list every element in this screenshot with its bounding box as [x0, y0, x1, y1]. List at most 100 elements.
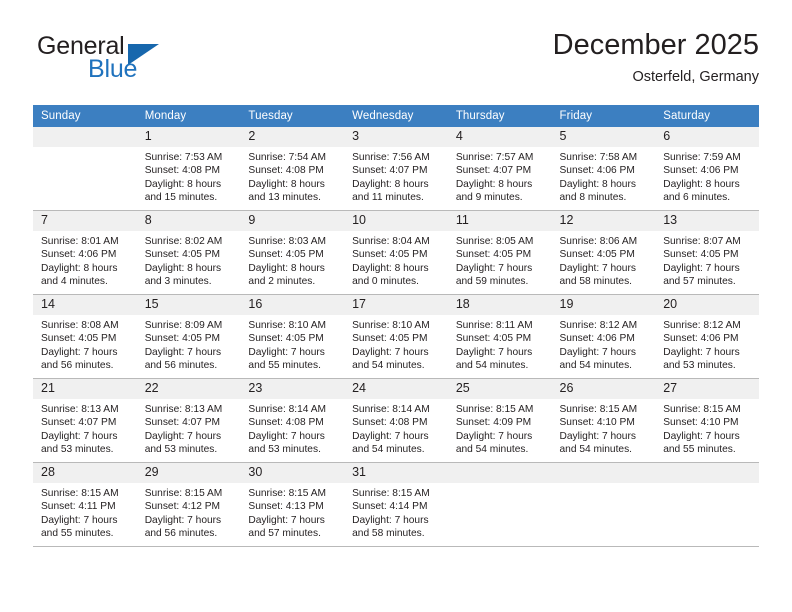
day-cell[interactable]: 1 Sunrise: 7:53 AM Sunset: 4:08 PM Dayli… — [136, 127, 241, 211]
day-cell[interactable]: 5 Sunrise: 7:58 AM Sunset: 4:06 PM Dayli… — [551, 127, 656, 211]
day-cell[interactable]: 27 Sunrise: 8:15 AM Sunset: 4:10 PM Dayl… — [655, 378, 759, 463]
daylight-text-line1: Daylight: 8 hours — [41, 262, 118, 274]
day-cell[interactable]: 23 Sunrise: 8:14 AM Sunset: 4:08 PM Dayl… — [240, 378, 345, 463]
day-cell[interactable]: 2 Sunrise: 7:54 AM Sunset: 4:08 PM Dayli… — [240, 127, 345, 211]
day-number: 22 — [136, 379, 241, 399]
daylight-text-line2: and 55 minutes. — [248, 360, 321, 372]
sunrise-text: Sunrise: 7:57 AM — [455, 152, 534, 163]
day-details: Sunrise: 8:13 AM Sunset: 4:07 PM Dayligh… — [33, 399, 137, 457]
daylight-text-line2: and 54 minutes. — [455, 360, 529, 372]
sunset-text: Sunset: 4:06 PM — [663, 165, 739, 177]
day-details: Sunrise: 8:14 AM Sunset: 4:08 PM Dayligh… — [344, 399, 448, 457]
day-cell[interactable]: 28 Sunrise: 8:15 AM Sunset: 4:11 PM Dayl… — [33, 462, 137, 547]
sunrise-text: Sunrise: 8:14 AM — [248, 404, 326, 415]
daylight-text-line1: Daylight: 7 hours — [144, 514, 222, 526]
day-cell[interactable]: 31 Sunrise: 8:15 AM Sunset: 4:14 PM Dayl… — [344, 462, 448, 547]
daylight-text-line2: and 54 minutes. — [352, 444, 425, 456]
daylight-text-line1: Daylight: 7 hours — [352, 430, 429, 442]
daylight-text-line1: Daylight: 7 hours — [455, 262, 533, 274]
daylight-text-line2: and 59 minutes. — [455, 276, 529, 288]
daylight-text-line1: Daylight: 8 hours — [248, 262, 325, 274]
daylight-text-line1: Daylight: 7 hours — [352, 346, 429, 358]
daylight-text-line1: Daylight: 8 hours — [559, 178, 636, 190]
sunset-text: Sunset: 4:06 PM — [663, 333, 739, 345]
day-cell[interactable]: 7 Sunrise: 8:01 AM Sunset: 4:06 PM Dayli… — [33, 210, 137, 295]
day-cell[interactable]: 16 Sunrise: 8:10 AM Sunset: 4:05 PM Dayl… — [240, 294, 345, 379]
day-details: Sunrise: 7:54 AM Sunset: 4:08 PM Dayligh… — [240, 147, 344, 205]
day-details: Sunrise: 8:14 AM Sunset: 4:08 PM Dayligh… — [240, 399, 344, 457]
sunset-text: Sunset: 4:14 PM — [352, 501, 428, 513]
sunset-text: Sunset: 4:05 PM — [248, 249, 324, 261]
day-number: 24 — [344, 379, 448, 399]
day-cell[interactable]: 8 Sunrise: 8:02 AM Sunset: 4:05 PM Dayli… — [136, 210, 241, 295]
day-cell[interactable]: 15 Sunrise: 8:09 AM Sunset: 4:05 PM Dayl… — [136, 294, 241, 379]
day-cell[interactable]: 6 Sunrise: 7:59 AM Sunset: 4:06 PM Dayli… — [655, 127, 759, 211]
day-details — [33, 147, 137, 151]
day-cell[interactable] — [551, 462, 656, 547]
daylight-text-line1: Daylight: 8 hours — [144, 178, 222, 190]
day-cell[interactable]: 30 Sunrise: 8:15 AM Sunset: 4:13 PM Dayl… — [240, 462, 345, 547]
day-number: 20 — [655, 295, 759, 315]
day-cell[interactable]: 9 Sunrise: 8:03 AM Sunset: 4:05 PM Dayli… — [240, 210, 345, 295]
weekday-header-wednesday: Wednesday — [344, 105, 448, 127]
sunset-text: Sunset: 4:05 PM — [352, 249, 428, 261]
day-cell[interactable]: 14 Sunrise: 8:08 AM Sunset: 4:05 PM Dayl… — [33, 294, 137, 379]
day-cell[interactable]: 19 Sunrise: 8:12 AM Sunset: 4:06 PM Dayl… — [551, 294, 656, 379]
day-number — [551, 463, 656, 483]
sunrise-text: Sunrise: 8:15 AM — [559, 404, 638, 415]
sunrise-text: Sunrise: 8:08 AM — [41, 320, 119, 331]
weekday-header-friday: Friday — [551, 105, 656, 127]
day-number: 18 — [447, 295, 552, 315]
day-cell[interactable]: 11 Sunrise: 8:05 AM Sunset: 4:05 PM Dayl… — [447, 210, 552, 295]
day-number: 21 — [33, 379, 137, 399]
sunset-text: Sunset: 4:05 PM — [559, 249, 635, 261]
logo-general-blue[interactable]: General Blue — [33, 32, 293, 96]
day-cell[interactable]: 3 Sunrise: 7:56 AM Sunset: 4:07 PM Dayli… — [344, 127, 448, 211]
sunrise-text: Sunrise: 8:04 AM — [352, 236, 430, 247]
sunrise-text: Sunrise: 8:15 AM — [352, 488, 430, 499]
day-cell[interactable]: 17 Sunrise: 8:10 AM Sunset: 4:05 PM Dayl… — [344, 294, 448, 379]
day-number: 30 — [240, 463, 345, 483]
day-cell[interactable]: 18 Sunrise: 8:11 AM Sunset: 4:05 PM Dayl… — [447, 294, 552, 379]
sunrise-text: Sunrise: 8:09 AM — [144, 320, 223, 331]
day-cell[interactable]: 13 Sunrise: 8:07 AM Sunset: 4:05 PM Dayl… — [655, 210, 759, 295]
sunset-text: Sunset: 4:08 PM — [352, 417, 428, 429]
day-cell[interactable]: 4 Sunrise: 7:57 AM Sunset: 4:07 PM Dayli… — [447, 127, 552, 211]
day-number: 2 — [240, 127, 345, 147]
day-number: 10 — [344, 211, 448, 231]
sunset-text: Sunset: 4:06 PM — [559, 333, 635, 345]
day-number — [655, 463, 759, 483]
day-cell[interactable]: 12 Sunrise: 8:06 AM Sunset: 4:05 PM Dayl… — [551, 210, 656, 295]
calendar-week-row: 7 Sunrise: 8:01 AM Sunset: 4:06 PM Dayli… — [33, 210, 759, 295]
day-cell[interactable]: 10 Sunrise: 8:04 AM Sunset: 4:05 PM Dayl… — [344, 210, 448, 295]
day-cell[interactable]: 20 Sunrise: 8:12 AM Sunset: 4:06 PM Dayl… — [655, 294, 759, 379]
daylight-text-line1: Daylight: 7 hours — [248, 346, 325, 358]
calendar-week-row: 1 Sunrise: 7:53 AM Sunset: 4:08 PM Dayli… — [33, 127, 759, 211]
day-cell[interactable]: 26 Sunrise: 8:15 AM Sunset: 4:10 PM Dayl… — [551, 378, 656, 463]
daylight-text-line1: Daylight: 7 hours — [41, 430, 118, 442]
daylight-text-line2: and 11 minutes. — [352, 192, 424, 204]
day-cell[interactable]: 25 Sunrise: 8:15 AM Sunset: 4:09 PM Dayl… — [447, 378, 552, 463]
day-cell[interactable] — [33, 127, 137, 211]
sunset-text: Sunset: 4:05 PM — [144, 333, 221, 345]
day-cell[interactable] — [655, 462, 759, 547]
daylight-text-line1: Daylight: 8 hours — [455, 178, 533, 190]
day-cell[interactable]: 29 Sunrise: 8:15 AM Sunset: 4:12 PM Dayl… — [136, 462, 241, 547]
daylight-text-line2: and 56 minutes. — [144, 360, 218, 372]
day-cell[interactable]: 21 Sunrise: 8:13 AM Sunset: 4:07 PM Dayl… — [33, 378, 137, 463]
sunrise-text: Sunrise: 8:10 AM — [352, 320, 430, 331]
day-cell[interactable] — [447, 462, 552, 547]
day-number: 3 — [344, 127, 448, 147]
day-number: 16 — [240, 295, 345, 315]
sunset-text: Sunset: 4:07 PM — [352, 165, 428, 177]
day-details: Sunrise: 8:15 AM Sunset: 4:12 PM Dayligh… — [137, 483, 241, 541]
sunrise-text: Sunrise: 7:56 AM — [352, 152, 430, 163]
day-cell[interactable]: 24 Sunrise: 8:14 AM Sunset: 4:08 PM Dayl… — [344, 378, 448, 463]
weekday-header-monday: Monday — [136, 105, 241, 127]
weekday-header-saturday: Saturday — [655, 105, 759, 127]
day-cell[interactable]: 22 Sunrise: 8:13 AM Sunset: 4:07 PM Dayl… — [136, 378, 241, 463]
daylight-text-line2: and 54 minutes. — [352, 360, 425, 372]
weekday-header-row: Sunday Monday Tuesday Wednesday Thursday… — [33, 105, 759, 127]
daylight-text-line2: and 54 minutes. — [455, 444, 529, 456]
daylight-text-line1: Daylight: 7 hours — [663, 346, 740, 358]
